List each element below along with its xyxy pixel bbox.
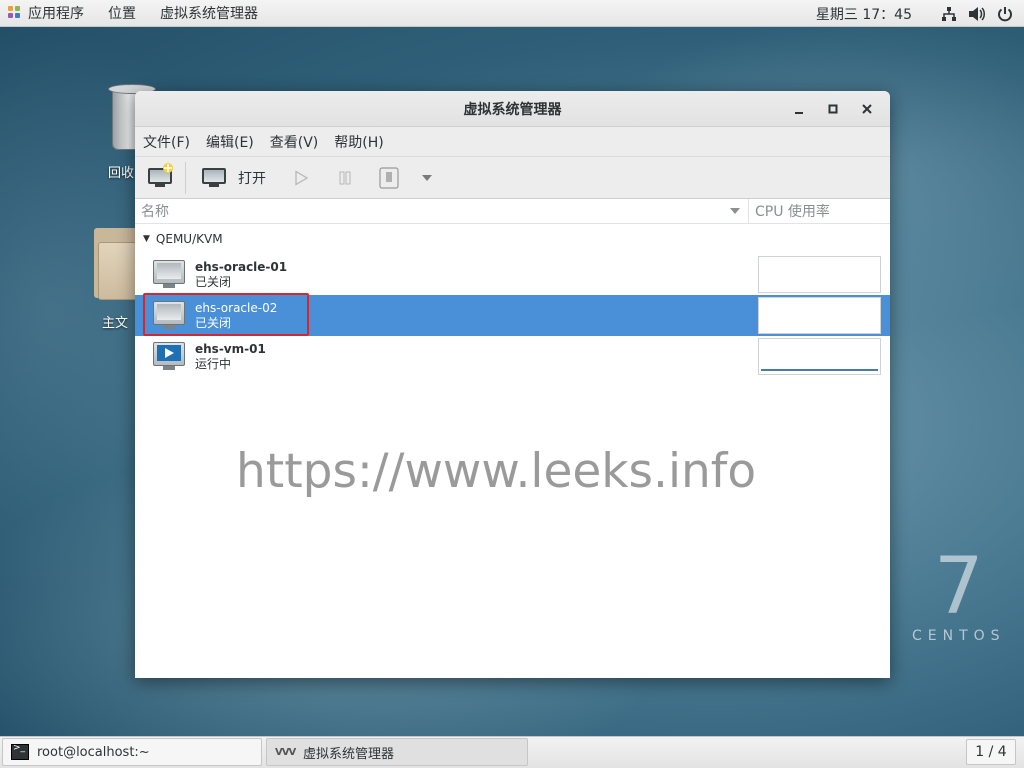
places-menu[interactable]: 位置 [96,0,148,27]
connection-label: QEMU/KVM [155,232,223,246]
pause-button[interactable] [328,163,362,193]
vm-off-icon [153,300,187,331]
play-icon [295,169,309,186]
centos-logo-text: CENTOS [912,628,1006,644]
maximize-button[interactable] [816,96,850,122]
virt-manager-icon: VVV [275,746,296,758]
centos-logo-number: 7 [934,542,984,632]
vm-status: 运行中 [195,356,232,371]
new-vm-icon [148,162,173,188]
minimize-button[interactable] [782,96,816,122]
run-button[interactable] [284,163,318,193]
vm-row[interactable]: ehs-vm-01 运行中 [135,336,890,377]
clock[interactable]: 星期三 17：45 [816,4,912,24]
sort-arrow-icon [730,208,740,214]
pause-icon [339,171,351,184]
window-title: 虚拟系统管理器 [463,101,562,118]
taskbar-terminal[interactable]: root@localhost:~ [2,738,262,766]
toolbar-separator [185,161,186,194]
open-button-label: 打开 [238,170,266,187]
vm-row-selected[interactable]: ehs-oracle-02 已关闭 [135,293,890,336]
shutdown-button[interactable] [372,163,406,193]
menu-edit[interactable]: 编辑(E) [198,132,262,152]
connection-group[interactable]: ▼ QEMU/KVM [135,224,890,254]
window-titlebar[interactable]: 虚拟系统管理器 [135,91,890,127]
volume-icon[interactable] [968,5,986,23]
name-column-label: 名称 [141,204,169,220]
toolbar: 打开 [135,157,890,199]
new-vm-button[interactable] [145,162,175,193]
cpu-usage-graph [758,297,881,334]
vm-name: ehs-oracle-02 [195,300,278,315]
vm-status: 已关闭 [195,315,232,330]
applications-icon[interactable] [8,6,22,20]
shutdown-dropdown-button[interactable] [414,163,440,193]
taskbar-vmm-label: 虚拟系统管理器 [303,746,395,762]
vm-running-icon [153,341,187,372]
name-column-header[interactable]: 名称 [135,198,749,224]
cpu-usage-graph [758,256,881,293]
taskbar-virt-manager[interactable]: VVV 虚拟系统管理器 [266,738,528,766]
menu-help[interactable]: 帮助(H) [326,132,391,152]
bottom-panel: root@localhost:~ VVV 虚拟系统管理器 1 / 4 [0,736,1024,768]
applications-menu[interactable]: 应用程序 [16,0,96,27]
watermark-text: https://www.leeks.info [236,444,757,499]
menu-file[interactable]: 文件(F) [135,132,198,152]
vm-name: ehs-oracle-01 [195,259,288,274]
vm-status: 已关闭 [195,274,232,289]
open-button[interactable]: 打开 [198,163,274,193]
close-button[interactable] [850,96,884,122]
vm-row[interactable]: ehs-oracle-01 已关闭 [135,254,890,295]
top-panel: 应用程序 位置 虚拟系统管理器 星期三 17：45 [0,0,1024,27]
menu-view[interactable]: 查看(V) [262,132,327,152]
cpu-usage-graph [758,338,881,375]
virt-manager-window: 虚拟系统管理器 文件(F) 编辑(E) 查看(V) 帮助(H) 打开 名称 CP… [135,91,890,678]
network-icon[interactable] [940,5,958,23]
vm-name: ehs-vm-01 [195,341,266,356]
column-header: 名称 CPU 使用率 [135,198,890,224]
chevron-down-icon [422,174,432,181]
menu-bar: 文件(F) 编辑(E) 查看(V) 帮助(H) [135,127,890,157]
active-app-menu[interactable]: 虚拟系统管理器 [148,0,270,27]
terminal-icon [11,743,29,760]
workspace-switcher[interactable]: 1 / 4 [966,739,1016,765]
cpu-column-header[interactable]: CPU 使用率 [749,201,830,221]
expand-arrow-icon[interactable]: ▼ [143,234,150,244]
shutdown-icon [379,166,399,189]
taskbar-terminal-label: root@localhost:~ [37,744,150,760]
monitor-icon [202,167,226,188]
vm-off-icon [153,259,187,290]
power-icon[interactable] [996,5,1014,23]
